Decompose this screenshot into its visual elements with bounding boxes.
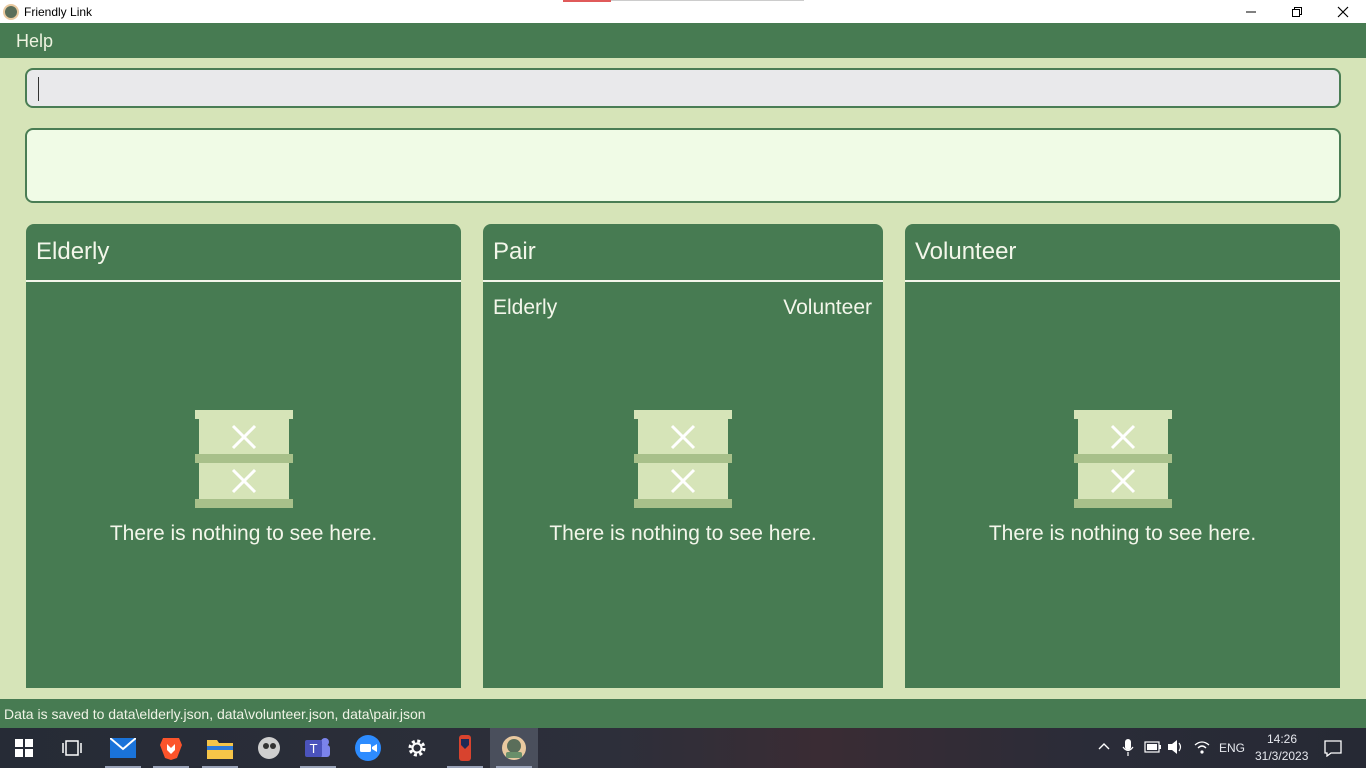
elderly-panel-title: Elderly bbox=[36, 238, 110, 265]
microphone-icon[interactable] bbox=[1122, 739, 1134, 757]
title-decoration bbox=[563, 0, 611, 2]
svg-text:T: T bbox=[309, 742, 318, 756]
command-input[interactable] bbox=[27, 70, 1339, 106]
mail-icon bbox=[110, 738, 136, 758]
pair-panel: Pair Elderly Volunteer There is nothing … bbox=[483, 224, 883, 688]
help-menu[interactable]: Help bbox=[16, 31, 53, 52]
elderly-panel: Elderly There is nothing to see here. bbox=[26, 224, 461, 688]
folder-icon bbox=[207, 740, 233, 759]
mail-app[interactable] bbox=[99, 728, 147, 768]
app-icon bbox=[459, 735, 471, 761]
empty-box-icon bbox=[194, 410, 293, 508]
close-button[interactable] bbox=[1320, 0, 1366, 23]
status-text: Data is saved to data\elderly.json, data… bbox=[4, 706, 426, 722]
volunteer-panel-title: Volunteer bbox=[915, 238, 1017, 265]
friendly-link-app[interactable] bbox=[490, 728, 538, 768]
teams-app[interactable]: T bbox=[294, 728, 342, 768]
clock-date[interactable]: 31/3/2023 bbox=[1255, 749, 1308, 763]
friendly-link-icon bbox=[502, 736, 526, 760]
settings-app[interactable] bbox=[393, 728, 441, 768]
empty-box-icon bbox=[634, 410, 732, 508]
title-bar: Friendly Link bbox=[0, 0, 1366, 23]
wifi-icon[interactable] bbox=[1193, 739, 1211, 755]
minimize-button[interactable] bbox=[1228, 0, 1274, 23]
restore-icon bbox=[1292, 6, 1302, 17]
title-decoration bbox=[611, 0, 804, 1]
status-bar: Data is saved to data\elderly.json, data… bbox=[0, 699, 1366, 728]
chevron-up-icon[interactable] bbox=[1098, 742, 1110, 750]
volume-icon[interactable] bbox=[1167, 739, 1185, 755]
friendly-link-icon bbox=[3, 3, 19, 20]
command-box[interactable] bbox=[25, 68, 1341, 108]
zoom-app[interactable] bbox=[344, 728, 392, 768]
panel-header bbox=[483, 224, 883, 282]
pair-volunteer-column-label: Volunteer bbox=[783, 296, 872, 319]
task-view-icon bbox=[62, 740, 82, 756]
empty-box-icon bbox=[1073, 410, 1172, 508]
close-icon bbox=[1337, 6, 1349, 17]
pinned-app[interactable] bbox=[441, 728, 489, 768]
minimize-icon bbox=[1246, 11, 1256, 12]
empty-message: There is nothing to see here. bbox=[988, 522, 1257, 545]
notification-icon[interactable] bbox=[1324, 740, 1342, 757]
start-button[interactable] bbox=[0, 728, 48, 768]
pair-elderly-column-label: Elderly bbox=[493, 296, 558, 319]
file-explorer-app[interactable] bbox=[196, 728, 244, 768]
pair-panel-title: Pair bbox=[493, 238, 536, 265]
window-title: Friendly Link bbox=[24, 4, 93, 19]
zoom-icon bbox=[355, 735, 381, 761]
settings-icon bbox=[408, 739, 426, 757]
restore-button[interactable] bbox=[1274, 0, 1320, 23]
menu-bar: Help bbox=[0, 23, 1366, 58]
text-caret bbox=[38, 77, 39, 101]
taskbar: T ENG 14:26 31/3/2023 bbox=[0, 728, 1366, 768]
empty-state: There is nothing to see here. bbox=[26, 410, 461, 546]
empty-message: There is nothing to see here. bbox=[109, 522, 378, 545]
teams-icon: T bbox=[305, 738, 330, 757]
result-display bbox=[25, 128, 1341, 203]
empty-state: There is nothing to see here. bbox=[905, 410, 1340, 546]
volunteer-panel: Volunteer There is nothing to see here. bbox=[905, 224, 1340, 688]
brave-app[interactable] bbox=[147, 728, 195, 768]
windows-start-icon bbox=[15, 739, 33, 757]
language-indicator[interactable]: ENG bbox=[1219, 741, 1245, 755]
clock-time[interactable]: 14:26 bbox=[1267, 732, 1297, 746]
battery-icon[interactable] bbox=[1144, 741, 1162, 753]
app-icon bbox=[258, 737, 280, 759]
pinned-app[interactable] bbox=[245, 728, 293, 768]
brave-icon bbox=[160, 738, 182, 760]
empty-message: There is nothing to see here. bbox=[549, 522, 817, 545]
task-view-button[interactable] bbox=[48, 728, 96, 768]
empty-state: There is nothing to see here. bbox=[483, 410, 883, 546]
